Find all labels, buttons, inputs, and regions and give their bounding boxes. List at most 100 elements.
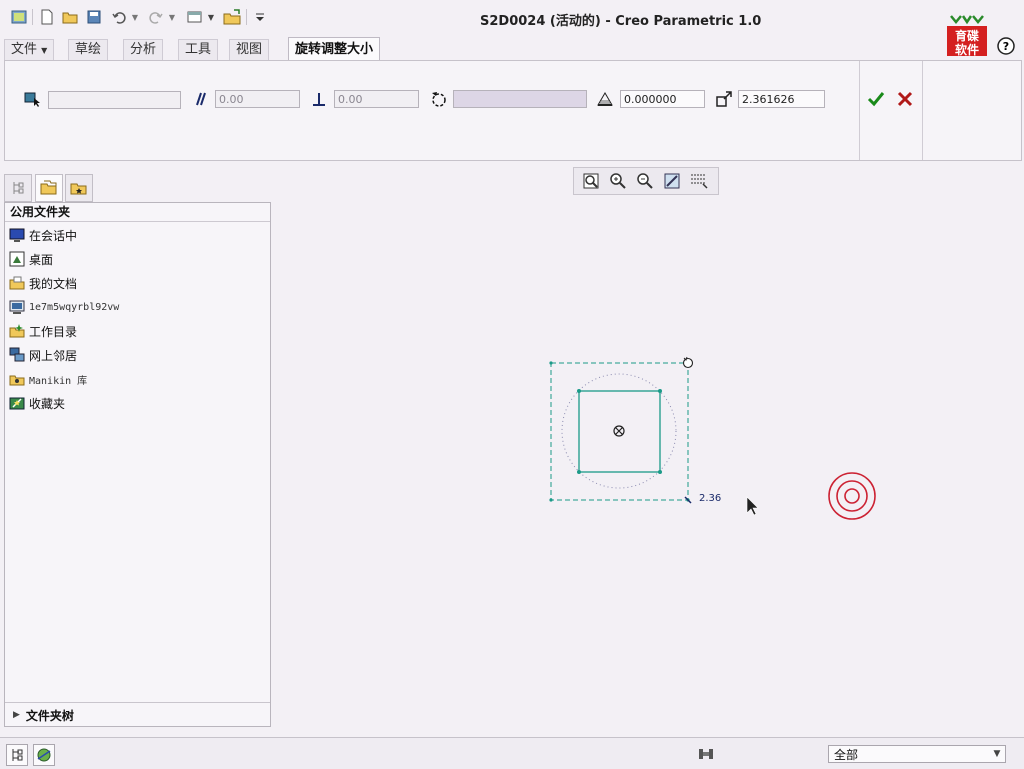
nav-item-label: 收藏夹 xyxy=(29,396,66,411)
nav-item-manikin-library[interactable]: Manikin 库 xyxy=(9,369,87,389)
rotate-select-icon xyxy=(430,90,448,108)
computer-icon xyxy=(9,299,25,315)
tab-analysis[interactable]: 分析 xyxy=(123,39,164,60)
tab-label: 工具 xyxy=(185,42,212,57)
tab-file[interactable]: 文件 ▼ xyxy=(4,39,55,60)
nav-item-desktop[interactable]: 桌面 xyxy=(9,249,53,269)
sketch-canvas[interactable] xyxy=(270,200,1020,735)
vertex-point xyxy=(577,389,581,393)
tab-label: 视图 xyxy=(236,42,263,57)
sketch-display-filter-icon[interactable] xyxy=(689,171,709,191)
tab-tools[interactable]: 工具 xyxy=(178,39,219,60)
nav-item-label: 1e7m5wqyrbl92vw xyxy=(29,301,120,313)
angle-field[interactable]: 0.000000 xyxy=(620,90,705,108)
app-window-icon[interactable] xyxy=(10,8,28,26)
ribbon-tabs: 文件 ▼ 草绘 分析 工具 视图 旋转调整大小 xyxy=(0,37,1024,61)
undo-dropdown-icon[interactable]: ▼ xyxy=(130,8,140,26)
rotate-handle-icon xyxy=(682,356,694,369)
navigator-toggle-icon[interactable] xyxy=(6,744,28,766)
nav-item-network[interactable]: 网上邻居 xyxy=(9,345,77,365)
library-icon xyxy=(9,371,25,387)
accept-check-icon[interactable] xyxy=(867,90,885,108)
close-window-icon[interactable] xyxy=(223,8,241,26)
rotate-reference-field[interactable] xyxy=(453,90,587,108)
box-corner-point xyxy=(549,361,553,365)
tab-sketch[interactable]: 草绘 xyxy=(68,39,109,60)
nav-item-favorites[interactable]: 收藏夹 xyxy=(9,393,65,413)
my-documents-icon xyxy=(9,275,25,291)
vertex-point xyxy=(658,389,662,393)
navigator-tabs xyxy=(4,174,269,202)
vertical-offset-field[interactable]: 0.00 xyxy=(334,90,419,108)
nav-item-in-session[interactable]: 在会话中 xyxy=(9,225,77,245)
redo-icon[interactable] xyxy=(147,8,165,26)
horizontal-offset-field[interactable]: 0.00 xyxy=(215,90,300,108)
session-monitor-icon xyxy=(9,227,25,243)
scale-value-label: 2.36 xyxy=(699,493,722,504)
folder-navigator: 公用文件夹 在会话中 桌面 我的文档 1e7m5wqyrbl92vw 工作目录 … xyxy=(4,202,271,727)
folder-tree-toggle[interactable]: ▶ 文件夹树 xyxy=(5,702,270,727)
tab-rotate-resize[interactable]: 旋转调整大小 xyxy=(288,37,381,61)
refit-icon[interactable] xyxy=(581,171,601,191)
zoom-in-icon[interactable] xyxy=(608,171,628,191)
nav-item-computer[interactable]: 1e7m5wqyrbl92vw xyxy=(9,297,119,317)
nav-item-label: 在会话中 xyxy=(29,228,78,243)
scale-icon xyxy=(715,90,733,108)
favorites-tab[interactable] xyxy=(65,174,93,202)
rotate-resize-dashboard: 0.00 0.00 0.000000 2.361626 xyxy=(4,60,1022,161)
favorites-icon xyxy=(9,395,25,411)
tab-label: 旋转调整大小 xyxy=(295,42,374,57)
filter-select[interactable]: 全部 ▼ xyxy=(828,745,1006,763)
vertical-value: 0.00 xyxy=(338,93,363,106)
desktop-icon xyxy=(9,251,25,267)
title-bar: ▼ ▼ ▼ S2D0024 (活动的) - Creo Parametric 1.… xyxy=(0,0,1024,57)
zoom-out-icon[interactable] xyxy=(635,171,655,191)
model-tree-tab[interactable] xyxy=(4,174,32,202)
cancel-x-icon[interactable] xyxy=(896,90,914,108)
customize-dropdown-icon[interactable] xyxy=(251,8,269,26)
nav-item-label: 工作目录 xyxy=(29,324,78,339)
nav-item-working-directory[interactable]: 工作目录 xyxy=(9,321,77,341)
filter-select-value: 全部 xyxy=(834,748,859,762)
vertex-point xyxy=(577,470,581,474)
window-dropdown-icon[interactable]: ▼ xyxy=(206,8,216,26)
tab-label: 分析 xyxy=(130,42,157,57)
open-folder-icon[interactable] xyxy=(61,8,79,26)
window-title: S2D0024 (活动的) - Creo Parametric 1.0 xyxy=(480,14,762,29)
redo-dropdown-icon[interactable]: ▼ xyxy=(167,8,177,26)
folder-tree-label: 文件夹树 xyxy=(25,708,74,723)
undo-icon[interactable] xyxy=(110,8,128,26)
origin-target-icon xyxy=(828,472,876,520)
horizontal-move-icon xyxy=(191,90,209,108)
tab-label: 草绘 xyxy=(75,42,102,57)
nav-item-label: 我的文档 xyxy=(29,276,78,291)
repaint-icon[interactable] xyxy=(662,171,682,191)
scale-field[interactable]: 2.361626 xyxy=(738,90,825,108)
center-point-icon xyxy=(613,425,625,437)
mouse-cursor-icon xyxy=(746,496,759,516)
tab-file-label: 文件 xyxy=(11,42,38,57)
status-bar: 全部 ▼ xyxy=(0,737,1024,769)
scale-value: 2.361626 xyxy=(742,93,795,106)
graphics-toolbar xyxy=(573,167,719,195)
selection-filter-icon[interactable] xyxy=(686,744,726,764)
chevron-down-icon: ▼ xyxy=(993,749,1001,759)
expand-arrow-icon: ▶ xyxy=(13,710,20,720)
save-icon[interactable] xyxy=(85,8,103,26)
angle-icon xyxy=(596,90,614,108)
nav-item-my-documents[interactable]: 我的文档 xyxy=(9,273,77,293)
browser-toggle-icon[interactable] xyxy=(33,744,55,766)
translate-reference-field[interactable] xyxy=(48,91,181,109)
angle-value: 0.000000 xyxy=(624,93,677,106)
nav-item-label: Manikin 库 xyxy=(29,375,88,387)
window-switch-icon[interactable] xyxy=(186,8,204,26)
nav-item-label: 桌面 xyxy=(29,252,54,267)
working-directory-icon xyxy=(9,323,25,339)
horizontal-value: 0.00 xyxy=(219,93,244,106)
vertical-move-icon xyxy=(310,90,328,108)
folder-browser-tab[interactable] xyxy=(35,174,63,202)
vertex-point xyxy=(658,470,662,474)
new-file-icon[interactable] xyxy=(38,8,56,26)
tab-view[interactable]: 视图 xyxy=(229,39,270,60)
network-icon xyxy=(9,347,25,363)
